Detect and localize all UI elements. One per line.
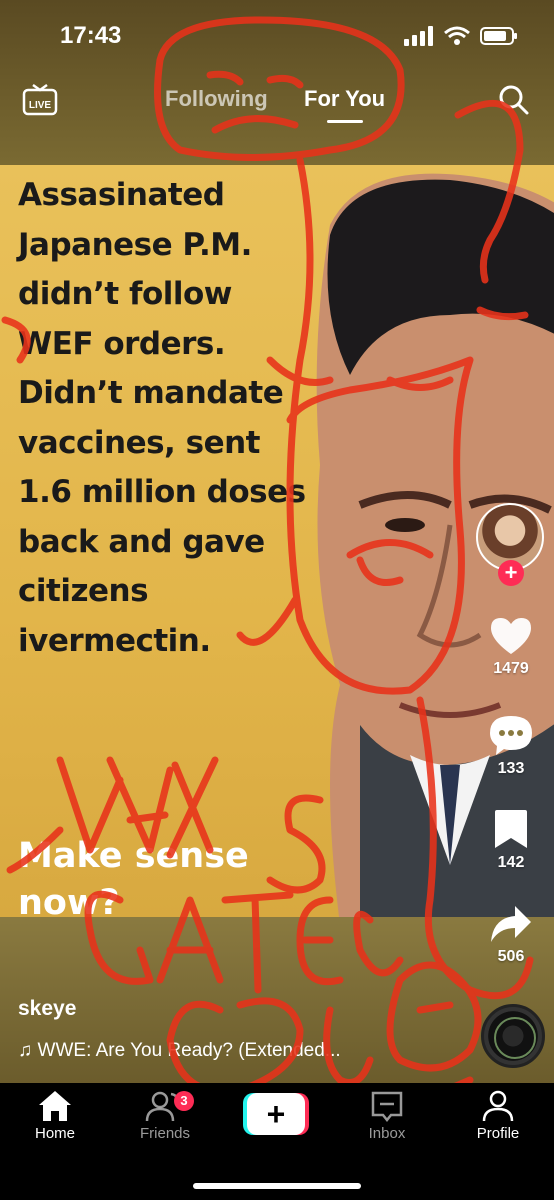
nav-inbox-label: Inbox <box>368 1125 406 1142</box>
tab-for-you[interactable]: For You <box>304 86 385 112</box>
friends-badge: 3 <box>174 1091 194 1111</box>
save-button[interactable]: 142 <box>474 808 548 872</box>
disc-ring <box>494 1017 536 1059</box>
share-icon <box>491 906 531 942</box>
nav-friends[interactable]: Friends 3 <box>120 1089 210 1142</box>
home-icon <box>39 1091 71 1121</box>
live-label: LIVE <box>29 100 52 111</box>
nav-home-label: Home <box>34 1125 75 1142</box>
nav-inbox[interactable]: Inbox <box>342 1089 432 1142</box>
wifi-icon <box>444 26 470 45</box>
poster-text-line: Didn’t mandate <box>18 375 284 411</box>
comment-icon <box>490 716 532 755</box>
inbox-icon <box>371 1091 403 1123</box>
poster-text-line: citizens <box>18 573 149 609</box>
poster-text-line: WEF orders. <box>18 325 226 362</box>
live-icon[interactable]: LIVE <box>22 84 58 116</box>
home-indicator <box>193 1183 361 1189</box>
music-disc[interactable] <box>481 1004 545 1068</box>
status-icons <box>404 26 518 46</box>
share-count: 506 <box>497 948 525 965</box>
poster-text-line: ivermectin. <box>18 622 211 659</box>
top-navigation: LIVE Following For You <box>0 84 554 124</box>
share-button[interactable]: 506 <box>474 904 548 966</box>
like-count: 1479 <box>493 660 529 677</box>
bookmark-icon <box>495 810 527 848</box>
comment-count: 133 <box>497 760 525 777</box>
poster-question-line: Make sense <box>18 836 249 876</box>
comment-button[interactable]: 133 <box>474 714 548 778</box>
status-bar: 17:43 <box>0 0 554 72</box>
active-tab-indicator <box>327 120 363 123</box>
creator-username[interactable]: skeye <box>18 997 76 1021</box>
signal-icon <box>404 26 433 46</box>
profile-icon <box>482 1090 514 1122</box>
nav-friends-label: Friends <box>139 1125 191 1142</box>
poster-question: Make sense now? <box>18 833 249 917</box>
poster-text: Assasinated Japanese P.M. didn’t follow … <box>18 171 318 666</box>
poster-text-line: didn’t follow <box>18 276 232 312</box>
nav-profile-label: Profile <box>476 1125 520 1142</box>
follow-button[interactable]: + <box>498 560 524 586</box>
poster-question-line: now? <box>18 883 120 917</box>
save-count: 142 <box>497 854 525 871</box>
battery-icon <box>480 27 517 45</box>
poster-text-line: vaccines, sent <box>18 424 260 461</box>
nav-profile[interactable]: Profile <box>453 1089 543 1142</box>
heart-icon <box>491 618 531 654</box>
poster-text-line: back and gave <box>18 523 265 560</box>
poster-text-line: Japanese P.M. <box>18 226 252 263</box>
video-poster[interactable]: Assasinated Japanese P.M. didn’t follow … <box>0 165 554 917</box>
poster-text-line: Assasinated <box>18 177 225 213</box>
tab-following[interactable]: Following <box>165 86 268 112</box>
create-button[interactable]: + <box>243 1093 309 1135</box>
poster-text-line: 1.6 million doses <box>18 474 306 510</box>
nav-home[interactable]: Home <box>10 1089 100 1142</box>
music-title[interactable]: ♫ WWE: Are You Ready? (Extended... <box>18 1040 341 1062</box>
create-button-plus: + <box>247 1093 305 1135</box>
search-icon[interactable] <box>498 84 530 116</box>
like-button[interactable]: 1479 <box>474 616 548 678</box>
status-time: 17:43 <box>60 22 122 49</box>
